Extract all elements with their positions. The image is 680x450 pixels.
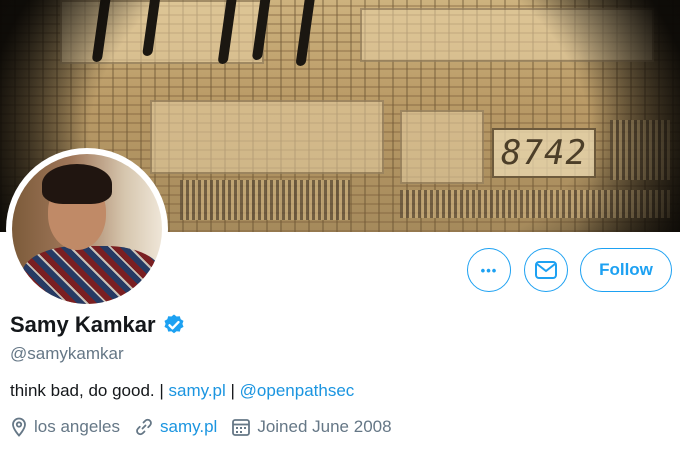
website-item: samy.pl xyxy=(134,417,217,437)
message-button[interactable] xyxy=(524,248,568,292)
calendar-icon xyxy=(232,419,251,436)
joined-text: Joined June 2008 xyxy=(257,417,392,436)
avatar-photo xyxy=(12,154,162,304)
profile-handle: @samykamkar xyxy=(10,344,124,363)
avatar[interactable] xyxy=(6,148,168,310)
bio-separator: | xyxy=(225,381,240,400)
avatar-hair xyxy=(42,164,112,204)
bio-text: think bad, do good. | xyxy=(10,381,169,400)
more-options-button[interactable]: ••• xyxy=(467,248,511,292)
location-text: los angeles xyxy=(34,417,121,436)
display-name-row: Samy Kamkar xyxy=(10,312,186,338)
location-item: los angeles xyxy=(10,417,120,437)
display-name: Samy Kamkar xyxy=(10,312,156,337)
bio-mention-link[interactable]: @openpathsec xyxy=(240,381,355,400)
website-link[interactable]: samy.pl xyxy=(160,417,217,437)
profile-meta: los angeles samy.pl Joined June 2008 xyxy=(10,417,406,437)
link-icon xyxy=(136,418,152,436)
location-pin-icon xyxy=(12,417,26,437)
profile-bio: think bad, do good. | samy.pl | @openpat… xyxy=(10,381,354,401)
follow-button[interactable]: Follow xyxy=(580,248,672,292)
envelope-icon xyxy=(535,261,557,279)
more-dots-icon: ••• xyxy=(480,262,498,278)
joined-item: Joined June 2008 xyxy=(231,417,392,437)
avatar-shirt xyxy=(22,246,162,304)
verified-badge-icon xyxy=(162,313,186,337)
bio-site-link[interactable]: samy.pl xyxy=(168,381,225,400)
